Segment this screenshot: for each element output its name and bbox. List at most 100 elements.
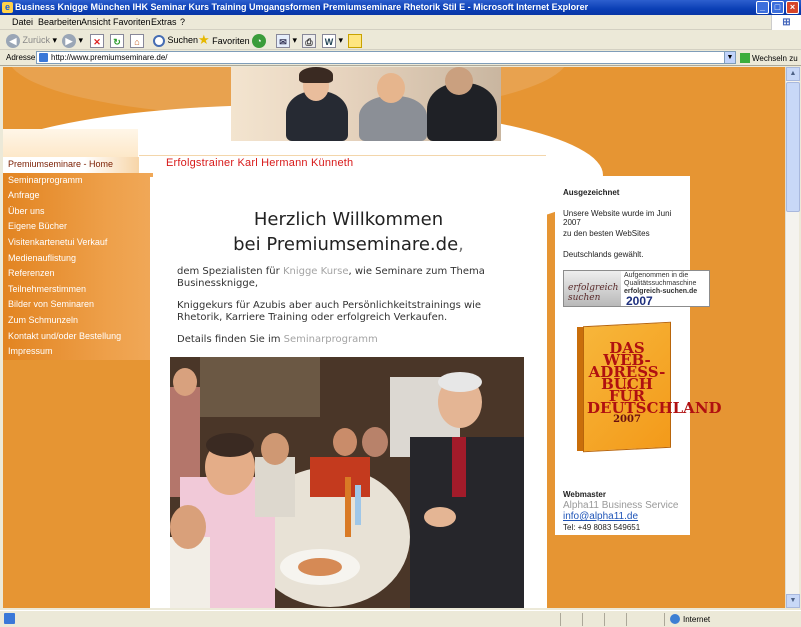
nav-home[interactable]: Premiumseminare - Home	[3, 157, 139, 173]
menu-ansicht[interactable]: Ansicht	[81, 15, 111, 30]
nav-medienauflistung[interactable]: Medienauflistung	[3, 250, 153, 267]
webmaster-info: Webmaster Alpha11 Business Service info@…	[563, 489, 701, 533]
star-icon: ★	[198, 32, 210, 47]
address-label: Adresse	[6, 53, 36, 62]
scroll-thumb[interactable]	[786, 82, 800, 212]
status-cell	[604, 613, 624, 626]
browser-window: e Business Knigge München IHK Seminar Ku…	[0, 0, 801, 627]
heading-line1: Herzlich Willkommen	[253, 209, 444, 230]
nav-bilder[interactable]: Bilder von Seminaren	[3, 297, 153, 313]
refresh-button[interactable]: ↻	[110, 32, 124, 48]
sidebar-nav: Premiumseminare - Home Seminarprogramm A…	[3, 157, 153, 360]
page-icon	[39, 53, 48, 62]
nav-teilnehmerstimmen[interactable]: Teilnehmerstimmen	[3, 281, 153, 298]
back-button[interactable]: ◀ Zurück ▾	[6, 32, 57, 48]
forward-arrow-icon: ▶	[62, 33, 76, 48]
heading-comma: ,	[458, 234, 464, 255]
webmaster-phone: Tel: +49 8083 549651	[563, 523, 641, 532]
details-paragraph: Details finden Sie im Seminarprogramm	[177, 334, 517, 346]
scroll-down-button[interactable]: ▼	[786, 594, 800, 608]
nav-referenzen[interactable]: Referenzen	[3, 266, 153, 282]
nav-top-block	[3, 129, 138, 157]
knigge-kurse-link[interactable]: Knigge Kurse	[283, 266, 349, 277]
nav-impressum[interactable]: Impressum	[3, 344, 153, 360]
seminarprogramm-link[interactable]: Seminarprogramm	[284, 334, 378, 345]
print-icon: ⎙	[302, 33, 316, 48]
page-heading: Herzlich Willkommen bei Premiumseminare.…	[150, 207, 547, 257]
status-cell	[582, 613, 602, 626]
details-text: Details finden Sie im	[177, 334, 284, 345]
webmaster-title: Webmaster	[563, 490, 606, 499]
person-man-center-head	[377, 73, 405, 103]
erfolgreich-suchen-logo: erfolgreich suchen	[564, 271, 621, 306]
toolbar: ◀ Zurück ▾ ▶ ▾ ✕ ↻ ⌂ Suchen ★ Favoriten …	[0, 30, 801, 50]
page-viewport: Erfolgstrainer Karl Hermann Künneth Prem…	[3, 67, 785, 608]
nav-seminarprogramm[interactable]: Seminarprogramm	[3, 172, 153, 189]
menu-bar: Datei Bearbeiten Ansicht Favoriten Extra…	[0, 15, 801, 30]
menu-help[interactable]: ?	[180, 15, 185, 30]
windows-logo-icon: ⊞	[771, 15, 801, 30]
search-button[interactable]: Suchen	[153, 32, 198, 48]
person-woman-hair	[299, 67, 333, 83]
status-cell	[664, 613, 665, 626]
nav-anfrage[interactable]: Anfrage	[3, 188, 153, 204]
close-button[interactable]: ×	[786, 1, 799, 14]
nav-eigene-buecher[interactable]: Eigene Bücher	[3, 219, 153, 235]
header-photo	[231, 67, 501, 141]
award-line2: zu den besten WebSites	[563, 229, 650, 238]
stop-icon: ✕	[90, 33, 104, 48]
print-button[interactable]: ⎙	[302, 32, 316, 48]
main-content: Herzlich Willkommen bei Premiumseminare.…	[150, 177, 547, 608]
stop-button[interactable]: ✕	[90, 32, 104, 48]
award-line3: Deutschlands gewählt.	[563, 250, 644, 259]
award-line1: Unsere Website wurde im Juni 2007	[563, 209, 672, 227]
webmaster-email-link[interactable]: info@alpha11.de	[563, 511, 701, 522]
award-title: Ausgezeichnet	[563, 188, 620, 197]
minimize-button[interactable]: _	[756, 1, 769, 14]
status-cell	[626, 613, 646, 626]
title-bar: e Business Knigge München IHK Seminar Ku…	[0, 0, 801, 15]
badge-text: Aufgenommen in die Qualitätssuchmaschine…	[624, 272, 714, 296]
word-icon: W	[322, 33, 336, 48]
go-arrow-icon	[740, 53, 750, 63]
maximize-button[interactable]: □	[771, 1, 784, 14]
erfolgreich-suchen-badge[interactable]: erfolgreich suchen Aufgenommen in die Qu…	[563, 270, 710, 308]
nav-ueber-uns[interactable]: Über uns	[3, 203, 153, 220]
menu-bearbeiten[interactable]: Bearbeiten	[38, 15, 82, 30]
intro-paragraph: dem Spezialisten für Knigge Kurse, wie S…	[177, 266, 517, 290]
globe-icon	[670, 614, 680, 624]
edit-button[interactable]: W ▾	[322, 32, 343, 48]
address-bar: Adresse http://www.premiumseminare.de/ ▼…	[0, 50, 801, 66]
nav-visitenkartenetui[interactable]: Visitenkartenetui Verkauf	[3, 234, 153, 251]
home-icon: ⌂	[130, 33, 144, 48]
menu-extras[interactable]: Extras	[151, 15, 177, 30]
webmaster-company: Alpha11 Business Service	[563, 500, 679, 511]
window-title: Business Knigge München IHK Seminar Kurs…	[15, 2, 589, 12]
status-cell	[560, 613, 580, 626]
heading-line2: bei Premiumseminare.de	[233, 234, 459, 255]
status-page-icon	[4, 613, 15, 624]
menu-favoriten[interactable]: Favoriten	[113, 15, 151, 30]
address-url: http://www.premiumseminare.de/	[51, 53, 168, 62]
history-icon: ◔	[252, 33, 266, 48]
history-button[interactable]: ◔	[252, 32, 266, 48]
favorites-button[interactable]: ★ Favoriten	[198, 32, 250, 48]
messenger-button[interactable]	[348, 32, 362, 48]
refresh-icon: ↻	[110, 33, 124, 48]
web-adress-buch-cover[interactable]: DAS WEB-ADRESS-BUCH FÜR DEUTSCHLAND 2007	[577, 321, 722, 454]
kniggekurs-paragraph: Kniggekurs für Azubis aber auch Persönli…	[177, 300, 482, 323]
nav-zum-schmunzeln[interactable]: Zum Schmunzeln	[3, 312, 153, 329]
nav-kontakt[interactable]: Kontakt und/oder Bestellung	[3, 328, 153, 345]
badge-text1: Aufgenommen in die Qualitätssuchmaschine	[624, 272, 697, 287]
address-input[interactable]: http://www.premiumseminare.de/	[36, 51, 736, 64]
home-button[interactable]: ⌂	[130, 32, 144, 48]
menu-datei[interactable]: Datei	[12, 15, 33, 30]
go-button[interactable]: Wechseln zu	[740, 53, 798, 63]
mail-button[interactable]: ✉ ▾	[276, 32, 297, 48]
scroll-up-button[interactable]: ▲	[786, 67, 800, 81]
ie-icon: e	[2, 2, 13, 13]
forward-button[interactable]: ▶ ▾	[62, 32, 83, 48]
address-dropdown-button[interactable]: ▼	[724, 51, 736, 64]
zone-label: Internet	[683, 615, 711, 624]
vertical-scrollbar[interactable]: ▲ ▼	[785, 67, 800, 608]
